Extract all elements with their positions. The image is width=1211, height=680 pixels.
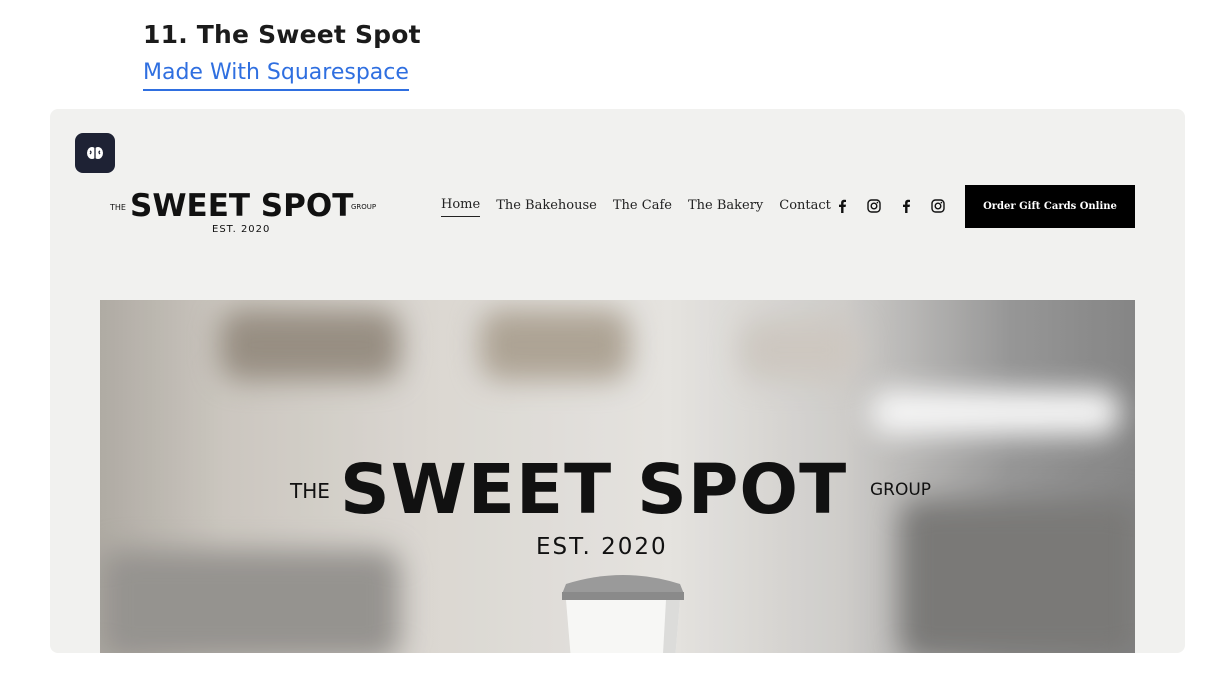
nav-the-cafe[interactable]: The Cafe: [613, 198, 672, 217]
nav-contact[interactable]: Contact: [779, 198, 831, 217]
entry-heading: 11. The Sweet Spot Made With Squarespace: [143, 18, 421, 91]
hero-banner: THE SWEET SPOT GROUP EST. 2020: [100, 300, 1135, 653]
instagram-icon[interactable]: [929, 197, 947, 215]
hero-logo-est: EST. 2020: [536, 534, 668, 560]
nav-the-bakery[interactable]: The Bakery: [688, 198, 763, 217]
logo-est: EST. 2020: [212, 224, 271, 235]
extension-badge[interactable]: [75, 133, 115, 173]
hero-logo-the: THE: [290, 479, 330, 503]
logo-wordmark: SWEET SPOT: [130, 188, 354, 224]
instagram-icon[interactable]: [865, 197, 883, 215]
made-with-squarespace-link[interactable]: Made With Squarespace: [143, 59, 409, 91]
site-navigation: Home The Bakehouse The Cafe The Bakery C…: [441, 197, 831, 217]
logo-group: GROUP: [351, 203, 377, 211]
entry-title: 11. The Sweet Spot: [143, 20, 421, 49]
logo-the: THE: [110, 203, 126, 212]
brain-icon: [87, 147, 103, 159]
facebook-icon[interactable]: [897, 197, 915, 215]
social-links: [833, 197, 947, 215]
website-preview: THE SWEET SPOT GROUP EST. 2020 Home The …: [50, 109, 1185, 653]
site-logo[interactable]: THE SWEET SPOT GROUP EST. 2020: [110, 189, 390, 239]
facebook-icon[interactable]: [833, 197, 851, 215]
coffee-cup-image: [562, 575, 684, 653]
order-gift-cards-button[interactable]: Order Gift Cards Online: [965, 185, 1135, 228]
nav-home[interactable]: Home: [441, 197, 481, 217]
hero-logo-wordmark: SWEET SPOT: [340, 450, 848, 530]
nav-the-bakehouse[interactable]: The Bakehouse: [496, 198, 597, 217]
hero-logo: THE SWEET SPOT GROUP EST. 2020: [100, 450, 1135, 570]
hero-logo-group: GROUP: [870, 480, 932, 500]
